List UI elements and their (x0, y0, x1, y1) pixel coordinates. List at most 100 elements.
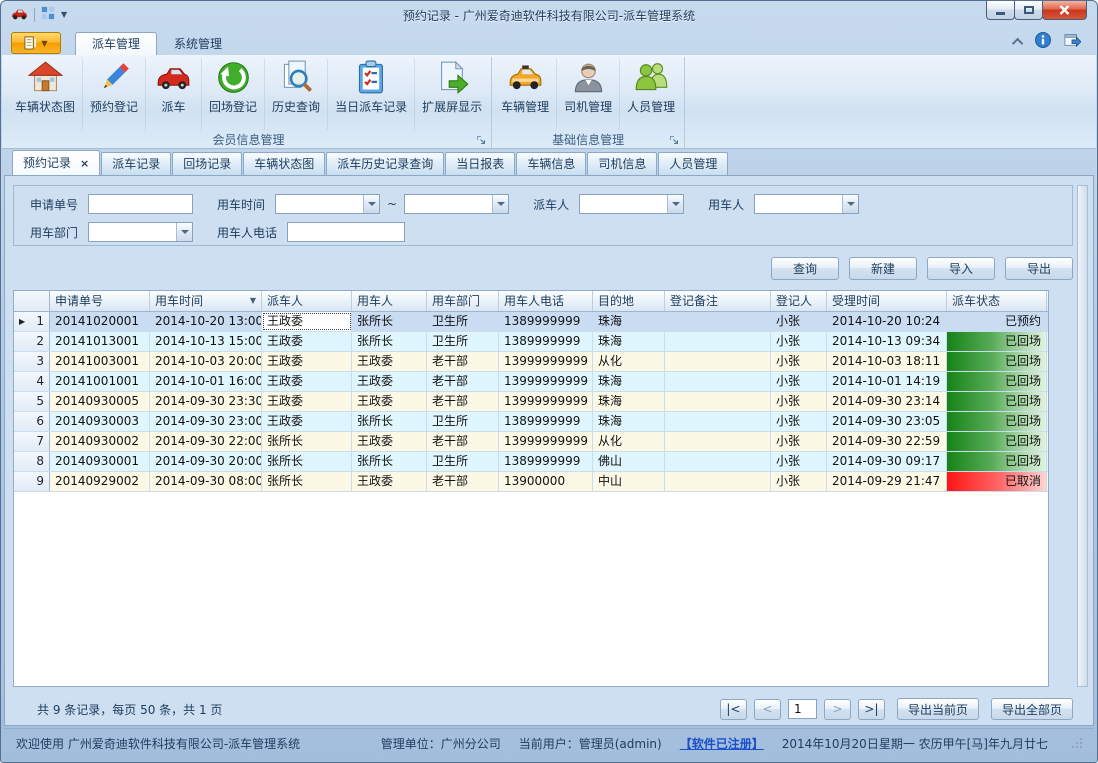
cell[interactable]: 老干部 (427, 432, 499, 451)
table-row[interactable]: 9201409290022014-09-30 08:00张所长王政委老干部139… (14, 472, 1048, 492)
export-all-pages-button[interactable]: 导出全部页 (991, 698, 1073, 720)
cell[interactable]: 王政委 (262, 392, 352, 411)
status-cell[interactable]: 已回场 (947, 392, 1047, 411)
status-cell[interactable]: 已回场 (947, 412, 1047, 431)
cell[interactable]: 老干部 (427, 372, 499, 391)
cell[interactable] (665, 332, 771, 351)
cell[interactable]: 2014-09-30 23:05 (827, 412, 947, 431)
table-row[interactable]: 2201410130012014-10-13 15:00王政委张所长卫生所138… (14, 332, 1048, 352)
close-button[interactable] (1042, 1, 1087, 20)
car-user-combo[interactable] (754, 194, 859, 214)
cell[interactable]: 小张 (771, 412, 827, 431)
cell[interactable]: 卫生所 (427, 452, 499, 471)
cell[interactable]: 王政委 (262, 312, 352, 331)
cell[interactable]: 小张 (771, 372, 827, 391)
cell[interactable]: 2014-09-30 23:14 (827, 392, 947, 411)
tab-close-icon[interactable]: × (80, 157, 89, 170)
cell[interactable]: 2014-10-01 14:19 (827, 372, 947, 391)
table-row[interactable]: 3201410030012014-10-03 20:00王政委王政委老干部139… (14, 352, 1048, 372)
column-header-9[interactable]: 受理时间 (827, 291, 947, 311)
cell[interactable]: 2014-09-30 09:17 (827, 452, 947, 471)
use-time-to-combo[interactable] (404, 194, 509, 214)
cell[interactable]: 1389999999 (499, 332, 593, 351)
cell[interactable]: 小张 (771, 452, 827, 471)
cell[interactable]: 20140930001 (50, 452, 150, 471)
column-header-5[interactable]: 用车人电话 (499, 291, 593, 311)
cell[interactable]: 2014-10-20 13:00 (150, 312, 262, 331)
status-cell[interactable]: 已预约 (947, 312, 1047, 331)
row-indicator-cell[interactable]: 7 (14, 432, 50, 451)
status-cell[interactable]: 已回场 (947, 432, 1047, 451)
cell[interactable]: 王政委 (262, 352, 352, 371)
row-indicator-cell[interactable]: ▶1 (14, 312, 50, 331)
cell[interactable]: 2014-09-30 23:30 (150, 392, 262, 411)
cell[interactable]: 中山 (593, 472, 665, 491)
cell[interactable]: 2014-10-03 20:00 (150, 352, 262, 371)
ribbon-button-return-recycle[interactable]: 回场登记 (202, 57, 265, 131)
doc-tab-0[interactable]: 预约记录× (12, 150, 100, 175)
action-button-1[interactable]: 新建 (849, 257, 917, 280)
cell[interactable]: 张所长 (352, 452, 427, 471)
doc-tab-1[interactable]: 派车记录 (101, 152, 171, 175)
ribbon-button-vehicle-manage[interactable]: 车辆管理 (494, 57, 557, 131)
cell[interactable]: 张所长 (262, 432, 352, 451)
cell[interactable]: 13999999999 (499, 392, 593, 411)
dialog-launcher-icon[interactable] (669, 135, 679, 145)
cell[interactable]: 王政委 (352, 352, 427, 371)
cell[interactable]: 卫生所 (427, 312, 499, 331)
row-indicator-cell[interactable]: 3 (14, 352, 50, 371)
ribbon-button-history-search[interactable]: 历史查询 (265, 57, 328, 131)
phone-input[interactable] (287, 222, 405, 242)
cell[interactable] (665, 472, 771, 491)
window-switch-icon[interactable] (1063, 32, 1081, 51)
next-page-button[interactable]: > (824, 699, 851, 720)
cell[interactable]: 2014-10-01 16:00 (150, 372, 262, 391)
content-scrollbar[interactable] (1077, 185, 1088, 687)
ribbon-button-red-car[interactable]: 派车 (146, 57, 202, 131)
table-row[interactable]: 4201410010012014-10-01 16:00王政委王政委老干部139… (14, 372, 1048, 392)
ribbon-button-house[interactable]: 车辆状态图 (8, 57, 83, 131)
ribbon-tab-0[interactable]: 派车管理 (75, 32, 157, 55)
cell[interactable]: 2014-10-13 09:34 (827, 332, 947, 351)
application-button[interactable]: ▼ (11, 32, 61, 54)
cell[interactable] (665, 392, 771, 411)
cell[interactable]: 20141013001 (50, 332, 150, 351)
department-combo[interactable] (88, 222, 193, 242)
cell[interactable]: 20140930003 (50, 412, 150, 431)
action-button-3[interactable]: 导出 (1005, 257, 1073, 280)
doc-tab-5[interactable]: 当日报表 (445, 152, 515, 175)
filter-dropdown-icon[interactable]: ▼ (250, 291, 256, 311)
row-indicator-cell[interactable]: 8 (14, 452, 50, 471)
action-button-0[interactable]: 查询 (771, 257, 839, 280)
cell[interactable]: 20140930005 (50, 392, 150, 411)
doc-tab-3[interactable]: 车辆状态图 (243, 152, 325, 175)
cell[interactable] (665, 432, 771, 451)
table-row[interactable]: ▶1201410200012014-10-20 13:00王政委张所长卫生所13… (14, 312, 1048, 332)
cell[interactable]: 王政委 (352, 392, 427, 411)
resize-grip[interactable] (1072, 738, 1082, 748)
row-indicator-cell[interactable]: 5 (14, 392, 50, 411)
dialog-launcher-icon[interactable] (476, 135, 486, 145)
cell[interactable]: 2014-09-29 21:47 (827, 472, 947, 491)
cell[interactable]: 珠海 (593, 312, 665, 331)
cell[interactable]: 13999999999 (499, 352, 593, 371)
cell[interactable]: 小张 (771, 312, 827, 331)
combo-dropdown-icon[interactable] (492, 195, 508, 213)
cell[interactable]: 王政委 (352, 472, 427, 491)
table-row[interactable]: 8201409300012014-09-30 20:00张所长张所长卫生所138… (14, 452, 1048, 472)
use-time-from-combo[interactable] (275, 194, 380, 214)
cell[interactable]: 1389999999 (499, 412, 593, 431)
cell[interactable]: 老干部 (427, 352, 499, 371)
column-header-4[interactable]: 用车部门 (427, 291, 499, 311)
doc-tab-2[interactable]: 回场记录 (172, 152, 242, 175)
column-header-3[interactable]: 用车人 (352, 291, 427, 311)
cell[interactable]: 小张 (771, 432, 827, 451)
cell[interactable]: 20140930002 (50, 432, 150, 451)
column-header-7[interactable]: 登记备注 (665, 291, 771, 311)
info-icon[interactable] (1035, 32, 1051, 51)
combo-dropdown-icon[interactable] (363, 195, 379, 213)
table-row[interactable]: 7201409300022014-09-30 22:00张所长王政委老干部139… (14, 432, 1048, 452)
cell[interactable]: 王政委 (262, 372, 352, 391)
doc-tab-8[interactable]: 人员管理 (658, 152, 728, 175)
ribbon-button-driver[interactable]: 司机管理 (557, 57, 620, 131)
